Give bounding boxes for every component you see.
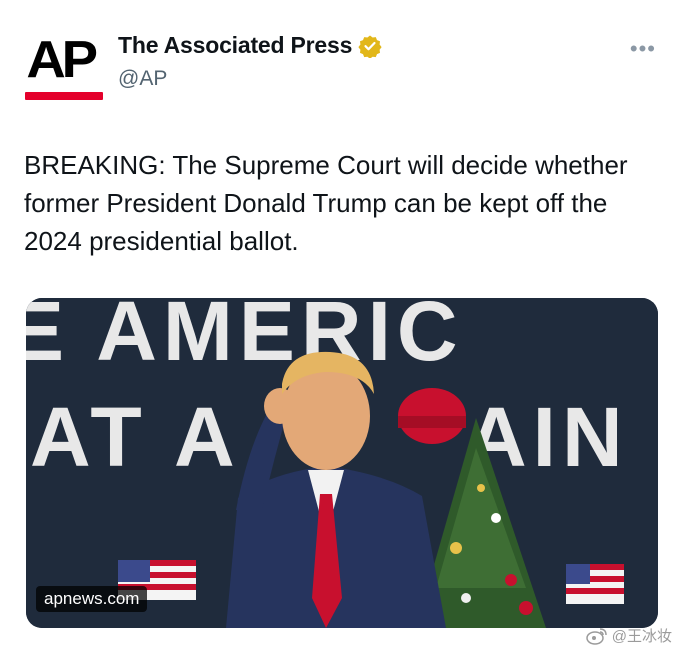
red-cap (398, 388, 466, 444)
weibo-watermark: @王冰妆 (586, 625, 672, 646)
tweet-author: The Associated Press @AP (118, 32, 382, 91)
more-horizontal-icon[interactable]: ••• (630, 38, 656, 60)
verified-badge-icon[interactable] (358, 34, 382, 59)
tweet-text: BREAKING: The Supreme Court will decide … (24, 150, 628, 256)
link-source-label[interactable]: apnews.com (36, 586, 148, 612)
tweet-media-image[interactable]: E AMERIC AT A AIN (26, 298, 658, 628)
banner-line-2: AT A (30, 390, 241, 484)
author-name[interactable]: The Associated Press (118, 32, 352, 59)
ap-logo-text: AP (26, 31, 98, 89)
ap-logo-bar (25, 92, 103, 100)
american-flag-right (566, 564, 624, 604)
ap-logo[interactable]: AP (22, 31, 106, 102)
banner-line-1: E AMERIC (26, 298, 464, 378)
weibo-icon (586, 627, 608, 645)
watermark-text: @王冰妆 (611, 628, 672, 645)
author-handle[interactable]: @AP (118, 67, 382, 91)
